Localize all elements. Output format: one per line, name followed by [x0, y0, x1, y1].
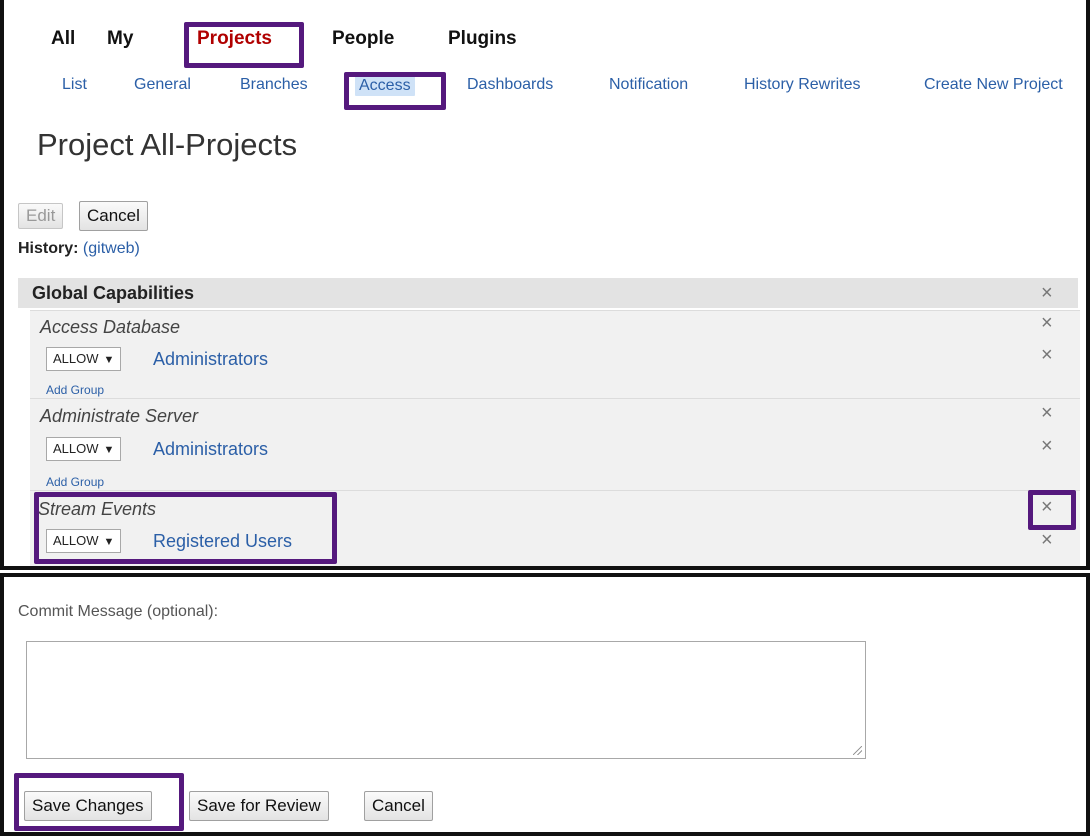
tab-branches[interactable]: Branches — [240, 76, 308, 94]
save-for-review-button[interactable]: Save for Review — [189, 791, 329, 821]
action-value: ALLOW — [53, 351, 99, 366]
action-select[interactable]: ALLOW ▼ — [46, 437, 122, 461]
capability-name: Administrate Server — [40, 406, 199, 426]
highlight-save-changes — [14, 773, 184, 831]
remove-capability-icon[interactable]: × — [1041, 313, 1053, 333]
tab-general[interactable]: General — [134, 76, 191, 94]
global-capabilities-header: Global Capabilities — [18, 278, 1078, 308]
highlight-projects — [184, 22, 304, 68]
remove-rule-icon[interactable]: × — [1041, 436, 1053, 456]
commit-message-textarea[interactable] — [26, 641, 866, 759]
commit-panel: Commit Message (optional): Save Changes … — [0, 573, 1090, 836]
chevron-down-icon: ▼ — [103, 354, 115, 366]
gitweb-link[interactable]: (gitweb) — [83, 240, 140, 257]
remove-rule-icon[interactable]: × — [1041, 345, 1053, 365]
highlight-access — [344, 72, 446, 110]
page-title: Project All-Projects — [37, 127, 298, 162]
edit-button[interactable]: Edit — [18, 203, 64, 229]
group-link[interactable]: Administrators — [153, 349, 268, 370]
capability-name: Access Database — [40, 317, 181, 337]
commit-message-label: Commit Message (optional): — [18, 603, 219, 620]
tab-notification[interactable]: Notification — [609, 76, 688, 94]
remove-rule-icon[interactable]: × — [1041, 530, 1053, 550]
nav-my[interactable]: My — [107, 28, 133, 50]
add-group-link[interactable]: Add Group — [46, 383, 104, 397]
history-label: History: — [18, 240, 79, 257]
tab-history-rewrites[interactable]: History Rewrites — [744, 76, 860, 94]
capability-administrate-server: Administrate Server ALLOW ▼ Administrator… — [30, 398, 1080, 490]
nav-all[interactable]: All — [51, 28, 75, 50]
tab-list[interactable]: List — [62, 76, 87, 94]
tab-create-new-project[interactable]: Create New Project — [924, 76, 1063, 94]
nav-plugins[interactable]: Plugins — [448, 28, 517, 50]
remove-global-capabilities-icon[interactable]: × — [1041, 283, 1053, 303]
tab-dashboards[interactable]: Dashboards — [467, 76, 553, 94]
resize-grip-icon[interactable] — [853, 746, 862, 755]
highlight-remove-stream-events — [1028, 490, 1076, 530]
group-link[interactable]: Administrators — [153, 439, 268, 460]
global-capabilities-title: Global Capabilities — [32, 283, 195, 303]
cancel-button[interactable]: Cancel — [79, 201, 148, 231]
access-page-panel: All My Projects People Plugins List Gene… — [0, 0, 1090, 570]
action-value: ALLOW — [53, 441, 99, 456]
remove-capability-icon[interactable]: × — [1041, 403, 1053, 423]
history: History: (gitweb) — [18, 240, 140, 258]
action-select[interactable]: ALLOW ▼ — [46, 347, 122, 371]
capability-access-database: Access Database ALLOW ▼ Administrators Ad… — [30, 310, 1080, 398]
cancel-button[interactable]: Cancel — [364, 791, 433, 821]
chevron-down-icon: ▼ — [103, 444, 115, 456]
highlight-stream-events — [34, 492, 337, 564]
add-group-link[interactable]: Add Group — [46, 475, 104, 489]
nav-people[interactable]: People — [332, 28, 394, 50]
